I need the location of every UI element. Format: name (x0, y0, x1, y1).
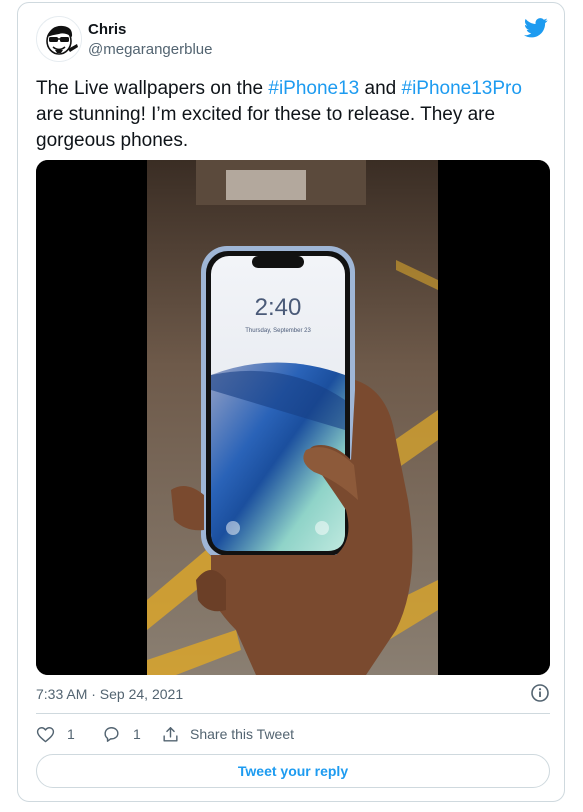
avatar-cartoon-icon (37, 17, 81, 61)
avatar[interactable] (36, 16, 82, 62)
hashtag-iphone13[interactable]: #iPhone13 (268, 78, 359, 99)
tweet-video[interactable]: 2:40 Thursday, September 23 (36, 160, 550, 675)
share-label: Share this Tweet (190, 726, 295, 742)
reply-icon (104, 726, 119, 742)
divider (36, 713, 550, 714)
phone-lockscreen-time: 2:40 (255, 294, 302, 321)
share-button[interactable]: Share this Tweet (161, 724, 294, 744)
share-icon (163, 726, 178, 742)
author-handle[interactable]: @megarangerblue (88, 41, 212, 58)
twitter-bird-icon[interactable] (524, 18, 548, 38)
tweet-your-reply-button[interactable]: Tweet your reply (36, 754, 550, 788)
heart-icon (36, 726, 55, 742)
like-button[interactable]: 1 (36, 724, 75, 744)
like-count: 1 (67, 726, 75, 742)
reply-button[interactable]: 1 (102, 724, 141, 744)
tweet-text-part: are stunning! I’m excited for these to r… (36, 104, 496, 151)
video-frame-image: 2:40 Thursday, September 23 (36, 160, 550, 675)
tweet-timestamp[interactable]: 7:33 AM · Sep 24, 2021 (36, 686, 183, 702)
phone-lockscreen-date: Thursday, September 23 (245, 328, 311, 334)
tweet-text: The Live wallpapers on the #iPhone13 and… (36, 76, 551, 154)
hashtag-iphone13pro[interactable]: #iPhone13Pro (402, 78, 522, 99)
tweet-text-part: The Live wallpapers on the (36, 78, 269, 99)
reply-count: 1 (133, 726, 141, 742)
tweet-text-part: and (359, 78, 402, 99)
tweet-card: Chris @megarangerblue The Live wallpaper… (17, 2, 565, 802)
info-icon[interactable] (530, 683, 550, 703)
author-name[interactable]: Chris (88, 21, 126, 38)
